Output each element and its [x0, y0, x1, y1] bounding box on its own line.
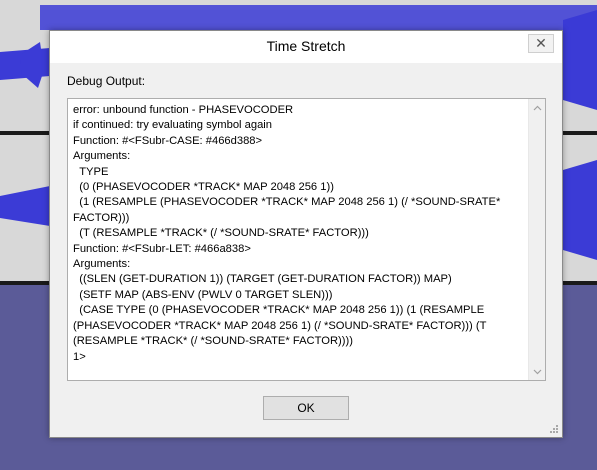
debug-output-textarea[interactable]: error: unbound function - PHASEVOCODER i…: [67, 98, 546, 381]
chevron-up-icon[interactable]: [529, 99, 546, 116]
close-icon: ✕: [535, 35, 547, 51]
close-button[interactable]: ✕: [528, 34, 554, 53]
vertical-scrollbar[interactable]: [528, 99, 545, 380]
title-bar[interactable]: Time Stretch ✕: [50, 31, 562, 63]
ok-button-label: OK: [297, 401, 315, 415]
chevron-down-icon[interactable]: [529, 363, 546, 380]
ok-button[interactable]: OK: [263, 396, 349, 420]
resize-grip-icon[interactable]: [548, 423, 558, 433]
debug-output-text: error: unbound function - PHASEVOCODER i…: [73, 104, 501, 363]
time-stretch-dialog: Time Stretch ✕ Debug Output: error: unbo…: [49, 30, 563, 438]
debug-output-label: Debug Output:: [67, 74, 146, 88]
dialog-title: Time Stretch: [266, 38, 346, 54]
